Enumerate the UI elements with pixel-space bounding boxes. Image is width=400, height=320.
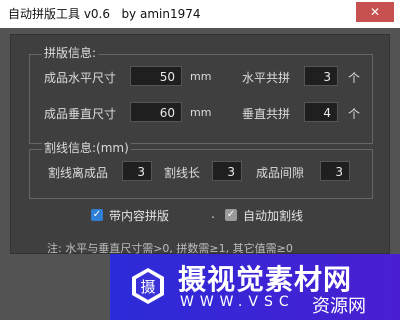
cut-length-label: 割线长 xyxy=(164,166,201,180)
layout-group: 拼版信息: 成品水平尺寸 50 mm 水平共拼 3 个 成品垂直尺寸 60 mm… xyxy=(29,45,373,144)
layout-group-legend: 拼版信息: xyxy=(42,45,99,61)
width-input[interactable]: 50 xyxy=(130,66,182,86)
window-title: 自动拼版工具 v0.6 by amin1974 xyxy=(8,7,201,21)
content-layout-label: 带内容拼版 xyxy=(109,208,170,223)
vcount-unit: 个 xyxy=(348,107,361,121)
gap-label: 成品间隙 xyxy=(256,166,305,180)
checkbox-checked-icon: ✓ xyxy=(225,209,237,221)
hcount-input[interactable]: 3 xyxy=(304,66,338,86)
watermark-banner: 摄 摄视觉素材网 WWW.VSC 资源网 xyxy=(110,254,400,320)
hcount-unit: 个 xyxy=(348,71,361,85)
watermark-brand-text: 资源网 xyxy=(312,296,366,317)
separator-dot: . xyxy=(211,207,215,221)
width-label: 成品水平尺寸 xyxy=(44,71,117,85)
cut-group-legend: 割线信息:(mm) xyxy=(42,140,131,156)
cut-offset-label: 割线离成品 xyxy=(48,166,109,180)
height-unit: mm xyxy=(190,106,212,119)
main-panel: 拼版信息: 成品水平尺寸 50 mm 水平共拼 3 个 成品垂直尺寸 60 mm… xyxy=(10,34,390,255)
auto-cut-checkbox[interactable]: ✓ 自动加割线 xyxy=(225,207,303,223)
gap-input[interactable]: 3 xyxy=(320,161,350,181)
vcount-label: 垂直共拼 xyxy=(242,107,291,121)
watermark-logo-icon: 摄 xyxy=(132,268,164,304)
vcount-input[interactable]: 4 xyxy=(304,102,338,122)
checkbox-checked-icon: ✓ xyxy=(91,209,103,221)
watermark-logo-char: 摄 xyxy=(140,278,155,296)
hcount-label: 水平共拼 xyxy=(242,71,291,85)
width-unit: mm xyxy=(190,70,212,83)
watermark-url-text: WWW.VSC xyxy=(180,294,295,310)
content-layout-checkbox[interactable]: ✓ 带内容拼版 xyxy=(91,207,169,223)
auto-cut-label: 自动加割线 xyxy=(243,208,304,223)
cut-offset-input[interactable]: 3 xyxy=(122,161,152,181)
app-window: 自动拼版工具 v0.6 by amin1974 ✕ 拼版信息: 成品水平尺寸 5… xyxy=(0,0,400,320)
cut-group: 割线信息:(mm) 割线离成品 3 割线长 3 成品间隙 3 xyxy=(29,140,373,199)
height-label: 成品垂直尺寸 xyxy=(44,107,117,121)
close-button[interactable]: ✕ xyxy=(356,2,394,22)
cut-length-input[interactable]: 3 xyxy=(212,161,242,181)
close-icon: ✕ xyxy=(369,5,381,19)
height-input[interactable]: 60 xyxy=(130,102,182,122)
title-bar: 自动拼版工具 v0.6 by amin1974 ✕ xyxy=(0,0,400,28)
